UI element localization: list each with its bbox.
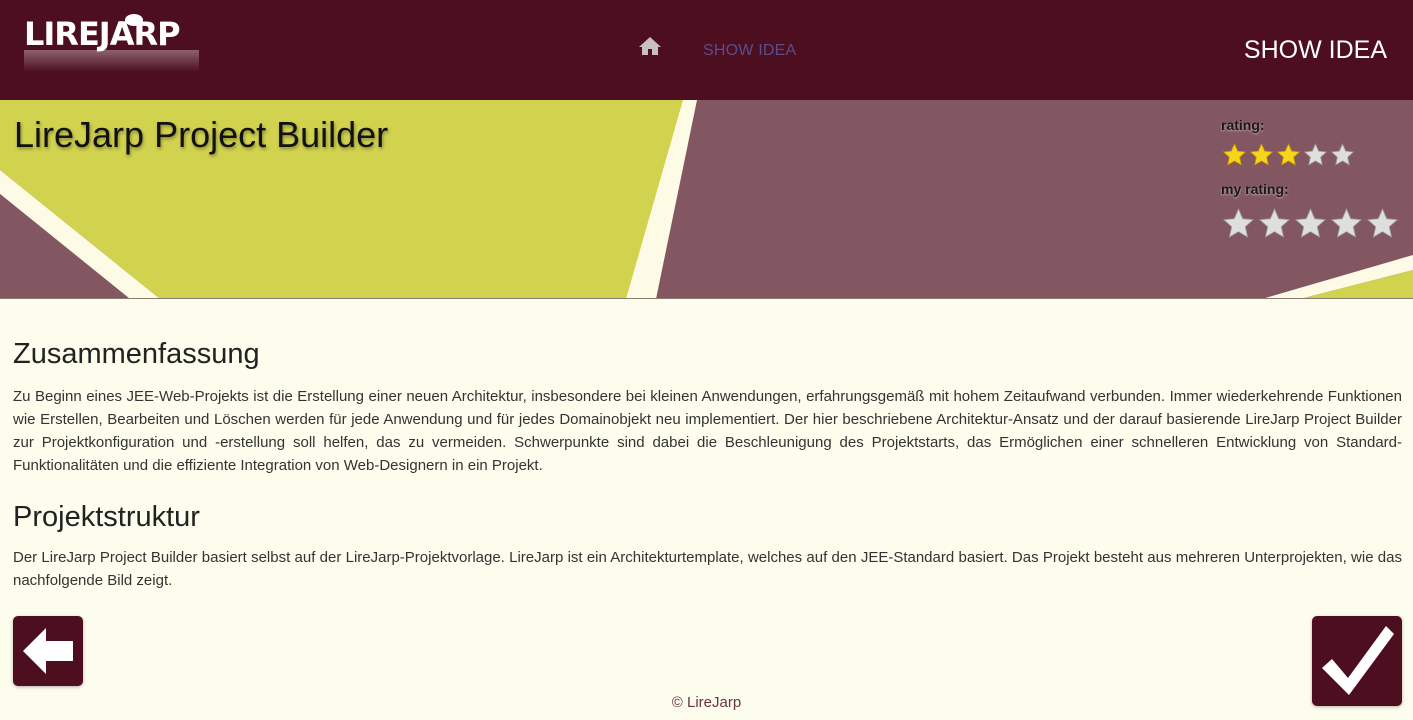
rating-star-4	[1303, 143, 1328, 166]
my-rating-star-5[interactable]	[1366, 207, 1399, 240]
home-icon[interactable]	[638, 36, 662, 56]
my-rating-star-4[interactable]	[1330, 207, 1363, 240]
arrow-left-icon	[23, 628, 73, 674]
idea-banner: LireJarp Project Builder	[0, 100, 1413, 299]
project-structure-heading: Projektstruktur	[13, 501, 200, 533]
top-navbar: LIREJARP SHOW IDEA SHOW IDEA	[0, 0, 1413, 100]
svg-text:LIREJARP: LIREJARP	[24, 15, 180, 53]
lirejarp-logo[interactable]: LIREJARP	[24, 12, 204, 74]
confirm-button[interactable]	[1312, 616, 1402, 706]
idea-content: Zusammenfassung Zu Beginn eines JEE-Web-…	[13, 338, 1402, 592]
my-rating-star-2[interactable]	[1258, 207, 1291, 240]
checkmark-icon	[1322, 626, 1394, 695]
project-structure-text: Der LireJarp Project Builder basiert sel…	[13, 549, 1402, 589]
rating-star-5	[1330, 143, 1355, 166]
average-rating-stars	[1222, 142, 1357, 167]
my-rating-label: my rating:	[1221, 181, 1289, 197]
nav-show-idea-link[interactable]: SHOW IDEA	[703, 42, 796, 60]
my-rating-star-3[interactable]	[1294, 207, 1327, 240]
back-button[interactable]	[13, 616, 83, 686]
project-title: LireJarp Project Builder	[14, 114, 389, 155]
project-structure-section: Projektstruktur Der LireJarp Project Bui…	[13, 501, 1402, 592]
page-heading: SHOW IDEA	[1243, 36, 1387, 64]
footer-copyright: © LireJarp	[671, 694, 742, 711]
rating-star-2	[1249, 143, 1274, 166]
my-rating-star-1[interactable]	[1222, 207, 1255, 240]
summary-heading: Zusammenfassung	[13, 338, 260, 370]
summary-section: Zusammenfassung Zu Beginn eines JEE-Web-…	[13, 338, 1402, 477]
rating-star-1	[1222, 143, 1247, 166]
summary-text: Zu Beginn eines JEE-Web-Projekts ist die…	[13, 388, 1402, 474]
my-rating-stars[interactable]	[1222, 207, 1402, 240]
rating-label: rating:	[1221, 117, 1265, 133]
rating-star-3	[1276, 143, 1301, 166]
